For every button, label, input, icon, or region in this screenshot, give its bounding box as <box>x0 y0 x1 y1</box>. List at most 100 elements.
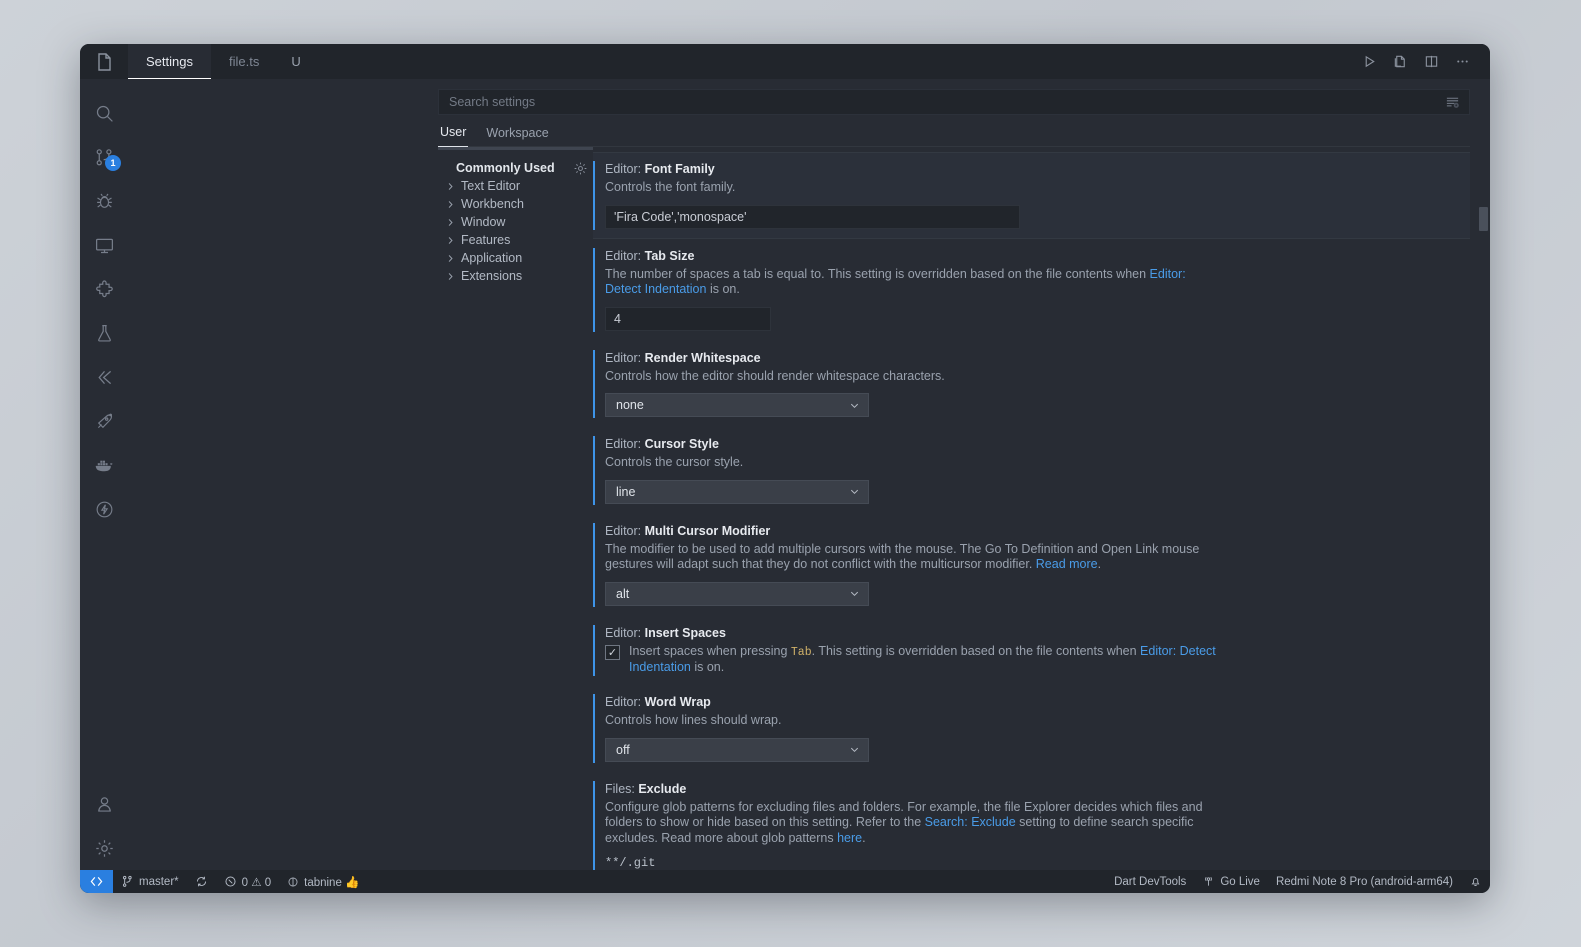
tab-size-input[interactable] <box>605 307 771 331</box>
settings-gear-icon[interactable] <box>573 161 588 176</box>
search-input[interactable] <box>449 95 1440 109</box>
new-file-icon[interactable] <box>1393 54 1408 69</box>
word-wrap-select[interactable]: off <box>605 738 869 762</box>
setting-prefix: Editor: <box>605 162 645 176</box>
files-exclude-pattern[interactable]: **/.git <box>605 856 1456 870</box>
cursor-style-select[interactable]: line <box>605 480 869 504</box>
setting-editor-font-family[interactable]: Editor: Font Family Controls the font fa… <box>593 153 1470 238</box>
sidebar-item-dart-devtools[interactable] <box>80 399 128 443</box>
remote-icon <box>89 875 104 888</box>
toc-item-window[interactable]: Window <box>438 213 593 231</box>
sidebar-item-docker[interactable] <box>80 443 128 487</box>
setting-editor-render-whitespace[interactable]: Editor: Render Whitespace Controls how t… <box>593 342 1470 427</box>
desc-part-1: The number of spaces a tab is equal to. … <box>605 267 1150 281</box>
settings-panes: Commonly Used Text Editor Workbench <box>128 147 1490 870</box>
status-git-branch[interactable]: master* <box>113 870 187 893</box>
toc-item-workbench[interactable]: Workbench <box>438 195 593 213</box>
setting-prefix: Editor: <box>605 695 645 709</box>
chevron-right-icon <box>446 254 456 263</box>
sidebar-item-flutter[interactable] <box>80 355 128 399</box>
toc-item-application[interactable]: Application <box>438 249 593 267</box>
dart-devtools-label: Dart DevTools <box>1114 876 1186 888</box>
tabnine-icon <box>287 876 299 888</box>
remote-indicator[interactable] <box>80 870 113 893</box>
tab-file-ts[interactable]: file.ts <box>211 44 277 79</box>
sidebar-item-search[interactable] <box>80 91 128 135</box>
setting-files-exclude[interactable]: Files: Exclude Configure glob patterns f… <box>593 773 1470 870</box>
toc-item-label: Window <box>461 215 505 229</box>
status-go-live[interactable]: Go Live <box>1194 870 1268 893</box>
chevron-down-icon <box>849 744 860 755</box>
setting-editor-tab-size[interactable]: Editor: Tab Size The number of spaces a … <box>593 240 1470 340</box>
ellipsis-icon[interactable] <box>1455 54 1470 69</box>
status-dart-devtools[interactable]: Dart DevTools <box>1106 870 1194 893</box>
status-problems[interactable]: 0 ⚠ 0 <box>216 870 280 893</box>
chevron-right-icon <box>446 182 456 191</box>
split-editor-icon[interactable] <box>1424 54 1439 69</box>
setting-prefix: Editor: <box>605 437 645 451</box>
sidebar-item-manage[interactable] <box>80 826 128 870</box>
settings-scrollbar[interactable] <box>1479 207 1488 231</box>
sidebar-item-run-and-debug[interactable] <box>80 179 128 223</box>
render-whitespace-select[interactable]: none <box>605 393 869 417</box>
sidebar-item-thunder-client[interactable] <box>80 487 128 531</box>
toc-item-label: Text Editor <box>461 179 520 193</box>
device-label: Redmi Note 8 Pro (android-arm64) <box>1276 876 1453 888</box>
account-icon <box>94 794 115 815</box>
sidebar-item-extensions[interactable] <box>80 267 128 311</box>
setting-editor-multi-cursor-modifier[interactable]: Editor: Multi Cursor Modifier The modifi… <box>593 515 1470 615</box>
here-link[interactable]: here <box>837 831 862 845</box>
status-device-selector[interactable]: Redmi Note 8 Pro (android-arm64) <box>1268 870 1461 893</box>
setting-editor-word-wrap[interactable]: Editor: Word Wrap Controls how lines sho… <box>593 686 1470 771</box>
setting-editor-insert-spaces[interactable]: Editor: Insert Spaces ✓ Insert spaces wh… <box>593 617 1470 685</box>
settings-editor: User Workspace Commonly Used <box>128 79 1490 870</box>
status-tabnine[interactable]: tabnine 👍 <box>279 870 367 893</box>
chevron-down-icon <box>849 588 860 599</box>
sidebar-item-testing[interactable] <box>80 311 128 355</box>
filter-settings-icon[interactable] <box>1440 95 1465 110</box>
toc-item-extensions[interactable]: Extensions <box>438 267 593 285</box>
desc-part-3: is on. <box>691 660 724 674</box>
toc-item-features[interactable]: Features <box>438 231 593 249</box>
git-branch-label: master* <box>139 876 179 888</box>
word-wrap-value: off <box>616 743 630 757</box>
search-icon <box>94 103 115 124</box>
lightning-bolt-icon <box>94 499 115 520</box>
setting-editor-cursor-style[interactable]: Editor: Cursor Style Controls the cursor… <box>593 428 1470 513</box>
setting-description: The number of spaces a tab is equal to. … <box>605 267 1215 298</box>
font-family-input[interactable] <box>605 205 1020 229</box>
sync-icon <box>195 875 208 888</box>
status-notifications[interactable] <box>1461 870 1490 893</box>
setting-name: Render Whitespace <box>645 351 761 365</box>
sidebar-item-accounts[interactable] <box>80 782 128 826</box>
setting-description: The modifier to be used to add multiple … <box>605 542 1215 573</box>
chevron-right-icon <box>446 236 456 245</box>
play-icon[interactable] <box>1362 54 1377 69</box>
sidebar-item-remote-explorer[interactable] <box>80 223 128 267</box>
search-exclude-link[interactable]: Search: Exclude <box>925 815 1016 829</box>
setting-prefix: Editor: <box>605 524 645 538</box>
status-sync-changes[interactable] <box>187 870 216 893</box>
settings-list: Editor: Font Family Controls the font fa… <box>593 147 1470 870</box>
check-icon: ✓ <box>608 646 617 659</box>
read-more-link[interactable]: Read more <box>1036 557 1098 571</box>
insert-spaces-checkbox[interactable]: ✓ <box>605 645 620 660</box>
multi-cursor-modifier-select[interactable]: alt <box>605 582 869 606</box>
tab-workspace[interactable]: Workspace <box>484 126 550 147</box>
tab-workspace-label: Workspace <box>486 126 548 140</box>
desc-part-3: . <box>862 831 865 845</box>
setting-name: Word Wrap <box>645 695 711 709</box>
toc-item-commonly-used[interactable]: Commonly Used <box>438 159 593 177</box>
branch-icon <box>121 875 134 888</box>
source-control-badge: 1 <box>105 155 121 171</box>
toc-item-label: Features <box>461 233 510 247</box>
desc-part-1: The modifier to be used to add multiple … <box>605 542 1199 572</box>
search-settings-box[interactable] <box>438 89 1470 115</box>
setting-name: Insert Spaces <box>645 626 726 640</box>
tab-status-untracked: U <box>277 44 314 79</box>
sidebar-item-source-control[interactable]: 1 <box>80 135 128 179</box>
bell-icon <box>1469 875 1482 888</box>
tab-user[interactable]: User <box>438 125 468 147</box>
tab-settings[interactable]: Settings <box>128 44 211 79</box>
toc-item-text-editor[interactable]: Text Editor <box>438 177 593 195</box>
